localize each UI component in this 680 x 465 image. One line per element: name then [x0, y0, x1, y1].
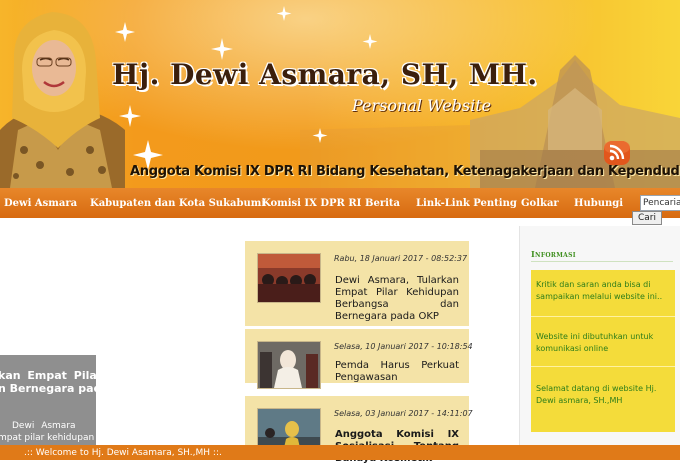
nav-kabupaten-kota-sukabumi[interactable]: Kabupaten dan Kota Sukabumi	[90, 188, 265, 218]
sidebar-heading-divider	[531, 261, 673, 262]
rss-icon[interactable]	[603, 140, 631, 166]
nav-link-penting[interactable]: Link-Link Penting	[416, 188, 517, 218]
search-button[interactable]: Cari	[632, 211, 662, 225]
info-message: Kritik dan saran anda bisa di sampaikan …	[536, 280, 663, 301]
nav-dewi-asmara[interactable]: Dewi Asmara	[4, 188, 77, 218]
nav-golkar[interactable]: Golkar	[521, 188, 559, 218]
main-navigation: Dewi Asmara Kabupaten dan Kota Sukabumi …	[0, 188, 680, 218]
info-divider	[531, 366, 675, 367]
portrait-photo	[0, 12, 125, 188]
site-tagline: Anggota Komisi IX DPR RI Bidang Kesehata…	[130, 164, 680, 179]
news-list: Rabu, 18 Januari 2017 - 08:52:37 Dewi As…	[245, 241, 473, 464]
news-title[interactable]: Dewi Asmara, Tularkan Empat Pilar Kehidu…	[335, 275, 459, 323]
news-date: Selasa, 03 Januari 2017 - 14:11:07	[334, 409, 473, 418]
nav-berita[interactable]: Berita	[365, 188, 400, 218]
slider-title-line: kan Empat Pilar	[0, 369, 96, 382]
sidebar-heading: Informasi	[531, 249, 576, 259]
slider-snippet-line: Dewi Asmara	[12, 421, 76, 431]
news-item[interactable]: Rabu, 18 Januari 2017 - 08:52:37 Dewi As…	[245, 241, 469, 326]
news-item[interactable]: Selasa, 10 Januari 2017 - 10:18:54 Pemda…	[245, 329, 473, 389]
info-divider	[531, 316, 675, 317]
site-subtitle: Personal Website	[352, 96, 492, 115]
search-input[interactable]	[640, 195, 680, 211]
news-date: Selasa, 10 Januari 2017 - 10:18:54	[334, 342, 473, 351]
nav-komisi-ix[interactable]: Komisi IX DPR RI	[262, 188, 361, 218]
slider-snippet-line: mpat pilar kehidupan	[0, 433, 95, 443]
news-thumbnail[interactable]	[257, 253, 321, 303]
site-banner: Hj. Dewi Asmara, SH, MH. Personal Websit…	[0, 0, 680, 188]
site-title: Hj. Dewi Asmara, SH, MH.	[112, 58, 538, 91]
info-message: Selamat datang di website Hj. Dewi asmar…	[536, 384, 657, 405]
news-title[interactable]: Pemda Harus Perkuat Pengawasan	[335, 360, 459, 384]
nav-hubungi[interactable]: Hubungi	[574, 188, 623, 218]
news-date: Rabu, 18 Januari 2017 - 08:52:37	[334, 254, 468, 263]
headline-slider[interactable]: kan Empat Pilar n Bernegara pada Dewi As…	[0, 355, 96, 450]
news-thumbnail[interactable]	[257, 341, 321, 389]
slider-title-line: n Bernegara pada	[0, 382, 96, 395]
info-message: Website ini dibutuhkan untuk komunikasi …	[536, 332, 654, 353]
footer-marquee-text: .:: Welcome to Hj. Dewi Asamara, SH.,MH …	[24, 448, 222, 458]
